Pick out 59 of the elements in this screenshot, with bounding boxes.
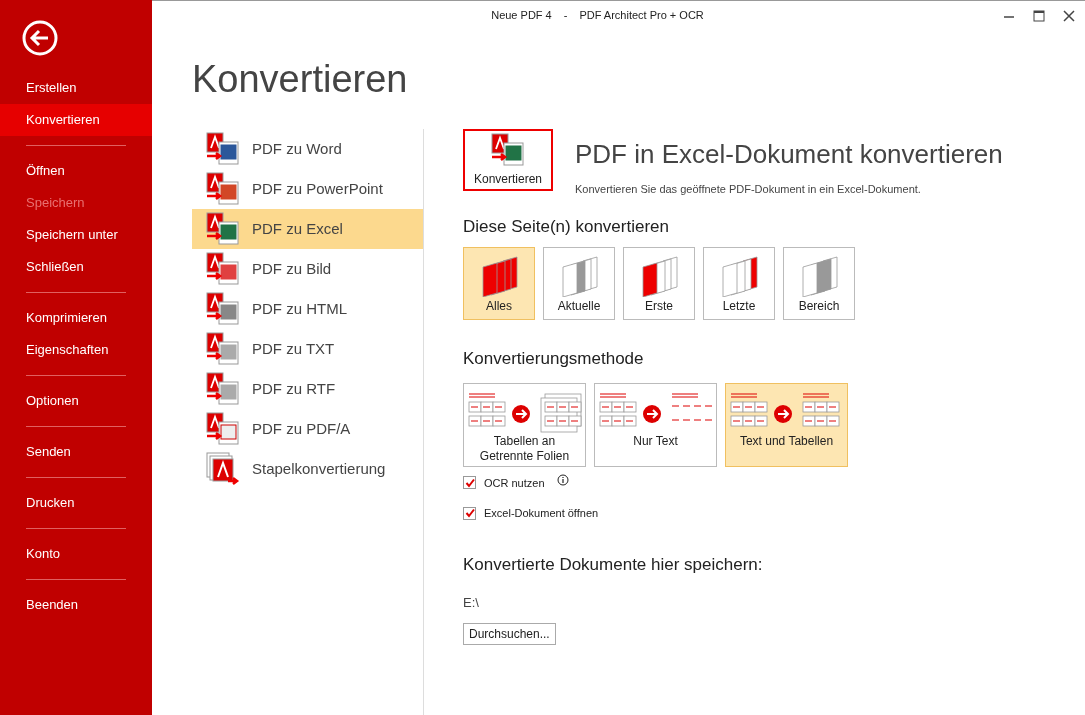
conversion-item[interactable]: PDF zu PowerPoint (192, 169, 423, 209)
sidebar-item[interactable]: Konvertieren (0, 104, 152, 136)
pdf-convert-icon (206, 412, 240, 446)
conversion-item[interactable]: PDF zu RTF (192, 369, 423, 409)
sidebar-item[interactable]: Beenden (0, 589, 152, 621)
sidebar-item[interactable]: Senden (0, 436, 152, 468)
conversion-item[interactable]: PDF zu Bild (192, 249, 423, 289)
pdf-convert-icon (206, 372, 240, 406)
title-separator: - (563, 8, 568, 24)
conversion-method-option[interactable]: Tabellen an Getrennte Folien (463, 382, 586, 467)
sidebar-item[interactable]: Komprimieren (0, 302, 152, 334)
checkbox-label: OCR nutzen (484, 475, 545, 491)
app-name: PDF Architect Pro + OCR (579, 8, 704, 24)
close-icon[interactable] (1063, 9, 1075, 22)
checkbox[interactable] (463, 476, 476, 490)
conversion-item[interactable]: PDF zu PDF/A (192, 409, 423, 449)
page-range-option[interactable]: Letzte (703, 247, 775, 320)
sidebar-item[interactable]: Konto (0, 538, 152, 570)
pdf-convert-icon (206, 212, 240, 246)
checkbox[interactable] (463, 506, 476, 520)
browse-button[interactable]: Durchsuchen... (463, 622, 556, 645)
page-range-option[interactable]: Erste (623, 247, 695, 320)
detail-heading: PDF in Excel-Dokument konvertieren (575, 141, 1003, 167)
maximize-icon[interactable] (1033, 9, 1045, 22)
sidebar-item[interactable]: Drucken (0, 487, 152, 519)
sidebar-item[interactable]: Erstellen (0, 72, 152, 104)
sidebar-item[interactable]: Eigenschaften (0, 334, 152, 366)
info-icon[interactable] (556, 473, 569, 486)
page-title: Konvertieren (192, 60, 409, 98)
pdf-convert-icon (206, 292, 240, 326)
stacked-documents-icon (206, 452, 240, 486)
checkbox-label: Excel-Dokument öffnen (484, 506, 599, 521)
sidebar-item[interactable]: Öffnen (0, 155, 152, 187)
pdf-convert-icon (491, 132, 525, 167)
section-heading: Konvertierte Dokumente hier speichern: (463, 553, 764, 576)
conversion-method-option[interactable]: Nur Text (594, 382, 717, 467)
detail-description: Konvertieren Sie das geöffnete PDF-Dokument in ein Excel-Dokument. (575, 182, 922, 197)
conversion-method-option[interactable]: Text und Tabellen (725, 382, 848, 467)
conversion-item[interactable]: PDF zu Word (192, 129, 423, 169)
back-button[interactable] (22, 20, 58, 56)
save-path: E:\ (463, 594, 480, 612)
window-title: Neue PDF 4 (491, 8, 552, 24)
conversion-item[interactable]: PDF zu HTML (192, 289, 423, 329)
section-heading: Konvertierungsmethode (463, 348, 645, 370)
page-range-option[interactable]: Bereich (783, 247, 855, 320)
sidebar-item[interactable]: Speichern unter (0, 219, 152, 251)
conversion-item[interactable]: Stapelkonvertierung (192, 449, 423, 489)
sidebar-item[interactable]: Schließen (0, 251, 152, 283)
pdf-convert-icon (206, 332, 240, 366)
pdf-convert-icon (206, 132, 240, 166)
convert-button[interactable]: Konvertieren (463, 129, 553, 191)
page-range-option[interactable]: Aktuelle (543, 247, 615, 320)
pdf-convert-icon (206, 172, 240, 206)
conversion-item[interactable]: PDF zu Excel (192, 209, 423, 249)
conversion-item[interactable]: PDF zu TXT (192, 329, 423, 369)
section-heading: Diese Seite(n) konvertieren (463, 215, 670, 238)
pdf-convert-icon (206, 252, 240, 286)
sidebar-item[interactable]: Optionen (0, 385, 152, 417)
page-range-option[interactable]: Alles (463, 247, 535, 320)
